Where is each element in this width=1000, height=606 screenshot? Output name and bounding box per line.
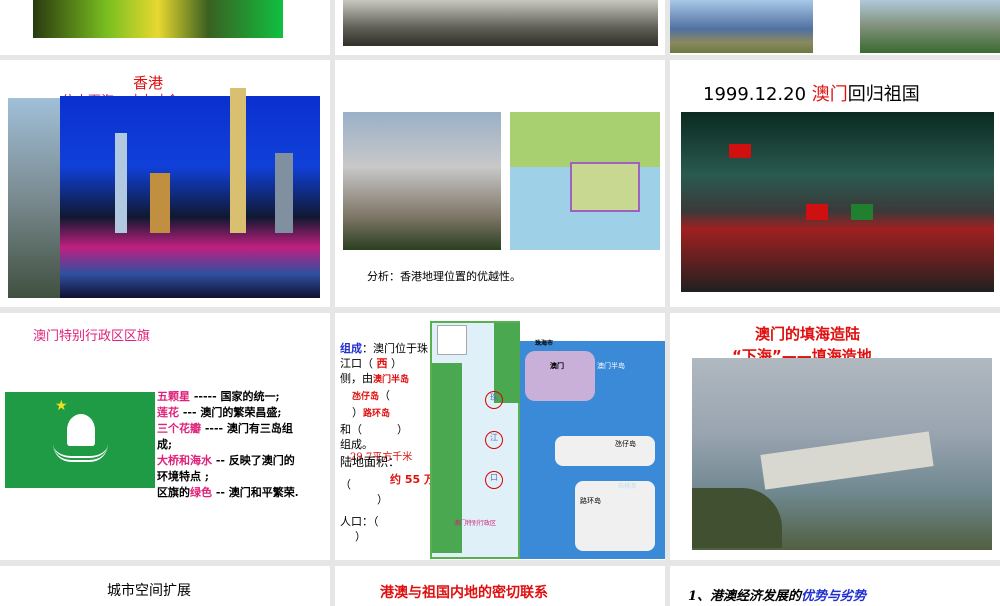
- slide-thumbnail-4[interactable]: 香港 依山面海，寸土寸金: [0, 60, 330, 307]
- hk-city-photo: [343, 112, 501, 250]
- title-highlight: 澳门: [811, 84, 848, 105]
- population-answer: 约 55 万: [390, 473, 435, 486]
- skyline-photo-left: [670, 0, 813, 53]
- area-paren-open: （: [340, 478, 351, 491]
- slide-thumbnail-8[interactable]: 组成：澳门位于珠 江口（ 西 ） 侧，由澳门半岛 氹仔岛（ ）路环岛 和（ ） …: [335, 313, 665, 560]
- slide-thumbnail-6[interactable]: 1999.12.20 澳门回归祖国: [670, 60, 1000, 307]
- slide-thumbnail-7[interactable]: 澳门特别行政区区旗 ★ 五颗星 ----- 国家的统一; 莲花 --- 澳门的繁…: [0, 313, 330, 560]
- city-night-photo: [33, 0, 283, 38]
- population-label: 人口：（: [340, 515, 379, 528]
- explanation-line: 环境特点 ;: [157, 470, 209, 483]
- macau-flag: ★: [5, 392, 155, 488]
- slide-title: 1、港澳经济发展的优势与劣势: [688, 589, 867, 604]
- slide-title: 澳门的填海造陆: [755, 325, 861, 343]
- area-paren-close: ）: [377, 493, 388, 506]
- slide-thumbnail-5[interactable]: 分析：香港地理位置的优越性。: [335, 60, 665, 307]
- slide-thumbnail-1[interactable]: [0, 0, 330, 55]
- slide-thumbnail-3[interactable]: [670, 0, 1000, 55]
- explanation-line: 成;: [157, 438, 173, 451]
- slide-title: 港澳与祖国内地的密切联系: [380, 585, 548, 601]
- area-label: 陆地面积：: [340, 455, 401, 469]
- slide-title: 城市空间扩展: [107, 583, 191, 599]
- explanation-line: 五颗星 ----- 国家的统一;: [157, 390, 280, 403]
- handover-ceremony-photo: [681, 112, 994, 292]
- slide-thumbnail-2[interactable]: [335, 0, 665, 55]
- slide-thumbnail-11[interactable]: 港澳与祖国内地的密切联系: [335, 566, 665, 606]
- reclaimed-airport-aerial-photo: [692, 358, 992, 550]
- slide-caption: 分析：香港地理位置的优越性。: [367, 270, 521, 283]
- slide-thumbnail-9[interactable]: 澳门的填海造陆 “下海”——填海造地: [670, 313, 1000, 560]
- slide-title: 1999.12.20 澳门回归祖国: [703, 80, 920, 106]
- explanation-line: 三个花瓣 ---- 澳门有三岛组: [157, 422, 293, 435]
- slide-thumbnail-10[interactable]: 城市空间扩展: [0, 566, 330, 606]
- city-skyline-photo: [343, 0, 658, 46]
- title-rest: 回归祖国: [847, 84, 920, 105]
- hk-map: [510, 112, 660, 250]
- population-paren-close: ）: [355, 530, 366, 543]
- explanation-line: 区旗的绿色 -- 澳门和平繁荣.: [157, 486, 299, 499]
- flag-explanation: 五颗星 ----- 国家的统一; 莲花 --- 澳门的繁荣昌盛; 三个花瓣 --…: [157, 389, 299, 501]
- explanation-line: 大桥和海水 -- 反映了澳门的: [157, 454, 295, 467]
- slide-title: 澳门特别行政区区旗: [33, 329, 151, 344]
- hk-skyline-day-photo: [8, 98, 68, 298]
- skyline-photo-right: [860, 0, 1000, 53]
- slide-thumbnail-12[interactable]: 1、港澳经济发展的优势与劣势: [670, 566, 1000, 606]
- composition-text: 组成：澳门位于珠 江口（ 西 ） 侧，由澳门半岛 氹仔岛（ ）路环岛 和（ ） …: [340, 342, 428, 451]
- title-date: 1999.12.20: [703, 84, 807, 105]
- hk-victoria-harbour-night-photo: [60, 88, 320, 298]
- explanation-line: 莲花 --- 澳门的繁荣昌盛;: [157, 406, 282, 419]
- pearl-river-map: 珠 江 口 澳门特别行政区: [430, 321, 520, 559]
- slide-subtitle: “下海”——填海造地: [732, 347, 872, 358]
- macau-detail-map: 珠海市 澳门 澳门半岛 氹仔岛 路环岛 石排湾: [520, 321, 665, 559]
